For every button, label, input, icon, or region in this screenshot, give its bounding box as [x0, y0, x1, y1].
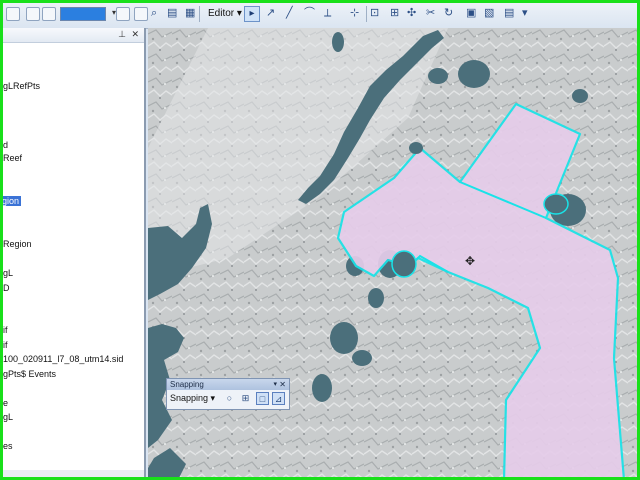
snapping-toolbar-titlebar[interactable]: Snapping ▾ ✕ — [167, 379, 289, 390]
toc-layer-item[interactable]: gL — [3, 412, 13, 422]
rotate-icon[interactable]: ↻ — [444, 6, 453, 20]
pond — [330, 322, 358, 354]
cut-polygons-icon[interactable]: ✣ — [407, 6, 416, 20]
pond — [428, 68, 448, 84]
trace-icon[interactable]: ⟂ — [324, 6, 331, 20]
toc-layer-item[interactable]: D — [3, 283, 10, 293]
snapping-toolbar-title: Snapping — [170, 380, 204, 389]
reshape-feature-icon[interactable]: ⊞ — [390, 6, 399, 20]
python-window-icon[interactable]: ▤ — [167, 6, 177, 20]
vertex-snapping-icon[interactable]: □ — [256, 392, 269, 405]
toc-layer-item-selected[interactable]: gion — [0, 196, 22, 206]
edit-tool-button[interactable]: ▸ — [244, 6, 260, 22]
toc-layer-item[interactable]: if — [3, 325, 8, 335]
search-icon[interactable]: ⌕ — [151, 6, 157, 20]
table-of-contents-panel: ⊥ ✕ gLRefPts d Reef gion Region gL D if … — [0, 28, 146, 480]
toc-layer-item[interactable]: Reef — [3, 153, 22, 163]
toolbar-divider — [366, 6, 367, 22]
pin-icon[interactable]: ⊥ — [118, 29, 126, 40]
pond — [458, 60, 490, 88]
snapping-menu-button[interactable]: Snapping ▾ — [170, 393, 215, 404]
edit-annotation-icon[interactable]: ↗ — [266, 6, 275, 20]
edge-snapping-icon[interactable]: ⊿ — [272, 392, 285, 405]
toc-layer-item[interactable]: gLRefPts — [3, 81, 40, 91]
straight-segment-icon[interactable]: ╱ — [286, 6, 293, 20]
close-icon[interactable]: ✕ — [131, 29, 139, 40]
chevron-down-icon[interactable]: ▾ — [522, 6, 528, 20]
endpoint-arc-icon[interactable]: ⌒ — [304, 6, 315, 20]
attributes-icon[interactable]: ▣ — [466, 6, 476, 20]
point-snapping-icon[interactable]: ○ — [223, 392, 236, 405]
map-view[interactable] — [148, 28, 640, 480]
pond — [368, 288, 384, 308]
toc-layer-item[interactable]: 100_020911_l7_08_utm14.sid — [3, 354, 123, 364]
toc-layer-item[interactable]: gL — [3, 268, 13, 278]
pond — [391, 250, 417, 278]
table-button[interactable] — [116, 7, 130, 21]
toc-layer-item[interactable]: Region — [3, 239, 32, 249]
map-canvas — [148, 28, 640, 480]
snapping-menu-label: Snapping — [170, 393, 209, 403]
pond — [312, 374, 332, 402]
midpoint-icon[interactable]: ⊹ — [350, 6, 359, 20]
main-toolbar: ▾ ⌕ ▤ ▦ Editor ▾ ▸ ↗ ╱ ⌒ ⟂ ⊹ ⊡ ⊞ ✣ ✂ ↻ ▣… — [0, 0, 640, 29]
tool-button[interactable] — [6, 7, 20, 21]
editor-menu-button[interactable]: Editor ▾ — [204, 6, 246, 22]
edit-vertices-icon[interactable]: ⊡ — [370, 6, 379, 20]
pond — [572, 89, 588, 103]
pan-tool-button[interactable] — [42, 7, 56, 21]
zoom-tool-button[interactable] — [26, 7, 40, 21]
toc-header: ⊥ ✕ — [0, 28, 144, 43]
pond — [409, 142, 423, 154]
split-tool-icon[interactable]: ✂ — [426, 6, 435, 20]
catalog-button[interactable] — [134, 7, 148, 21]
sketch-properties-icon[interactable]: ▧ — [484, 6, 494, 20]
toc-layer-item[interactable]: if — [3, 340, 8, 350]
toc-layer-item[interactable]: d — [3, 140, 8, 150]
pond — [543, 193, 569, 215]
close-icon[interactable]: ✕ — [279, 379, 286, 390]
toc-layer-item[interactable]: es — [3, 441, 13, 451]
snapping-toolbar: Snapping ▾ ✕ Snapping ▾ ○ ⊞ □ ⊿ — [166, 378, 290, 410]
chevron-down-icon[interactable]: ▾ — [273, 379, 277, 390]
layer-color-dropdown[interactable]: ▾ — [60, 7, 116, 21]
toc-layer-item[interactable]: e — [3, 398, 8, 408]
toc-horizontal-scrollbar[interactable] — [0, 470, 144, 478]
end-snapping-icon[interactable]: ⊞ — [239, 392, 252, 405]
move-cursor-icon: ✥ — [465, 254, 476, 268]
model-builder-icon[interactable]: ▦ — [185, 6, 195, 20]
toolbar-divider — [199, 6, 200, 22]
toc-layer-item[interactable]: gPts$ Events — [3, 369, 56, 379]
editor-menu-label: Editor — [208, 8, 235, 19]
pond — [332, 32, 344, 52]
create-features-icon[interactable]: ▤ — [504, 6, 514, 20]
pond — [352, 350, 372, 366]
